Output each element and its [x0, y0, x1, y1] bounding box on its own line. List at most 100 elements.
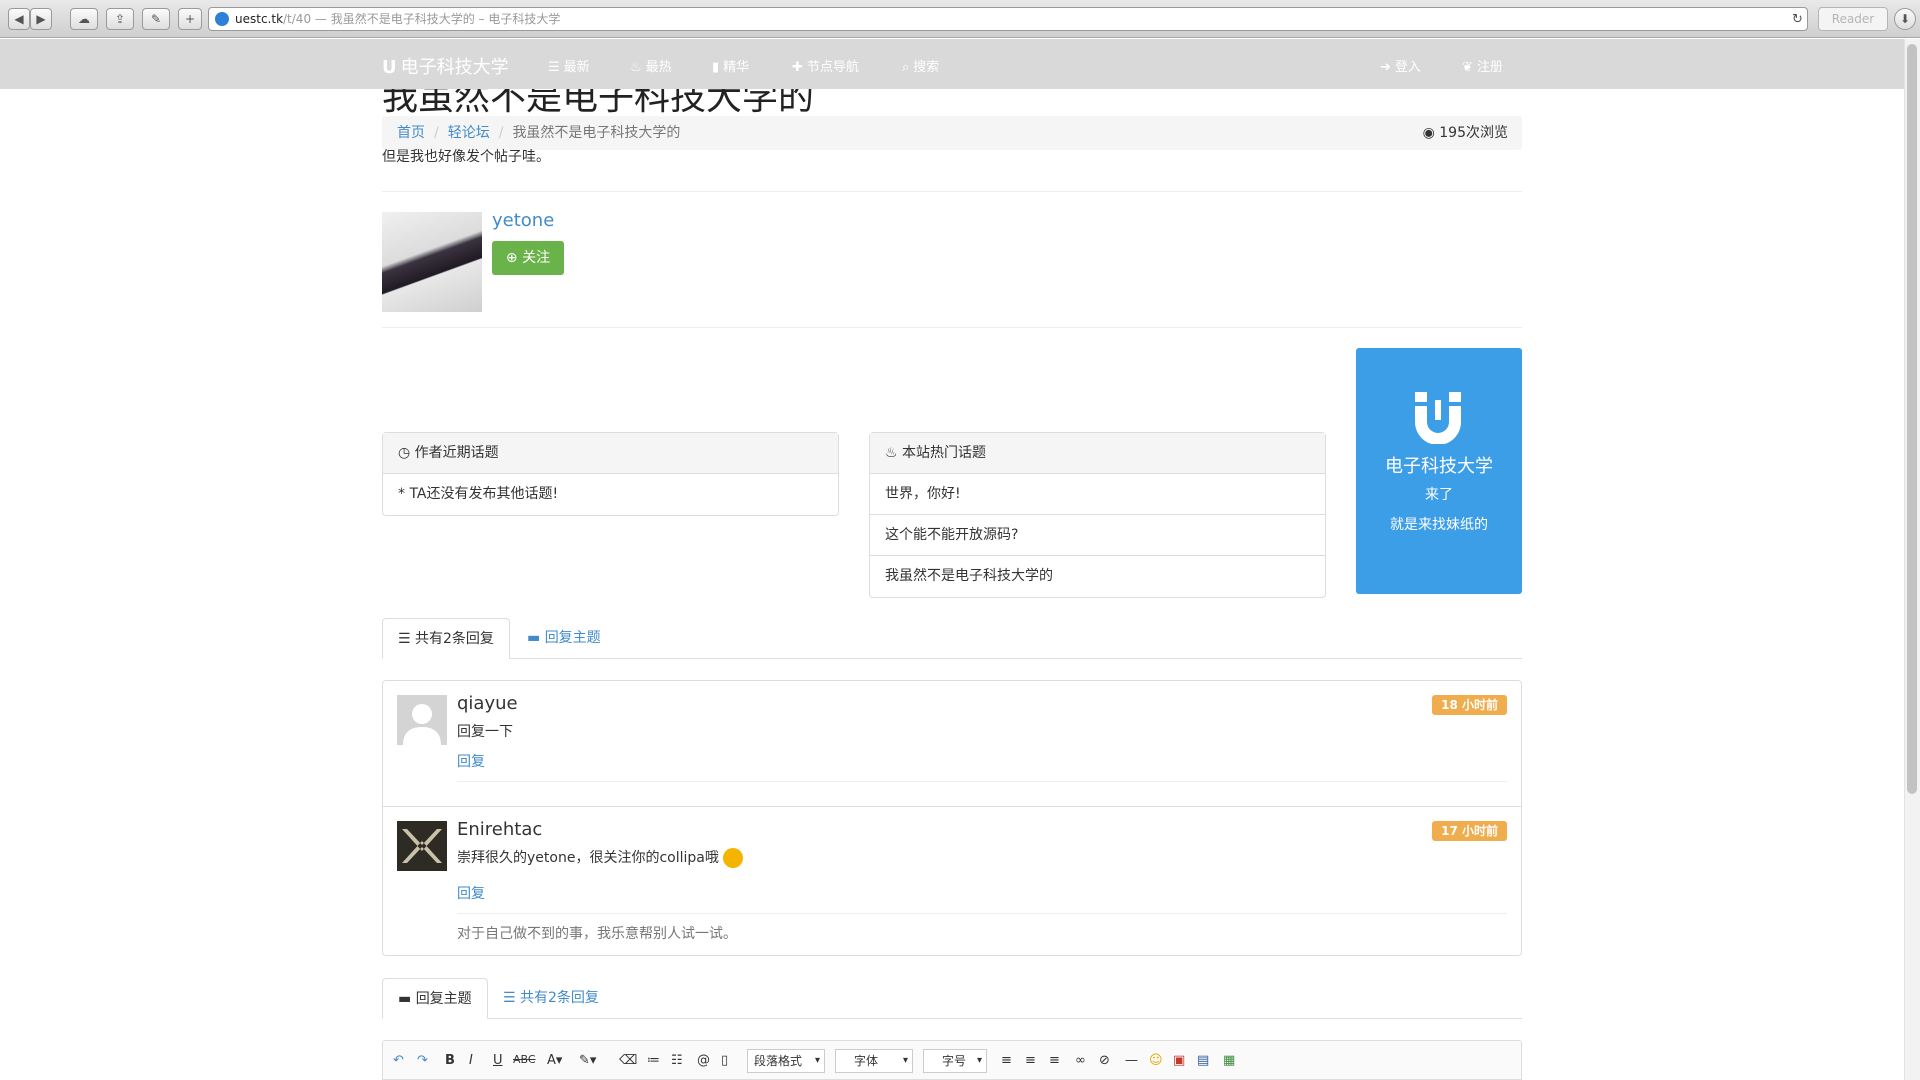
reload-icon[interactable]: ↻	[1792, 12, 1803, 27]
cloud-icon[interactable]: ☁	[70, 8, 98, 30]
hot-topics-header: ♨ 本站热门话题	[870, 433, 1325, 474]
magnet-logo-icon: U	[382, 57, 397, 78]
size-select[interactable]: 字号	[923, 1049, 987, 1073]
recent-topic-item: * TA还没有发布其他话题!	[398, 486, 559, 502]
undo-icon[interactable]: ↶	[393, 1053, 404, 1068]
author-avatar[interactable]	[382, 212, 482, 312]
underline-icon[interactable]: U	[493, 1053, 503, 1068]
tab-reply-count[interactable]: ☰ 共有2条回复	[488, 978, 614, 1019]
clock-icon: ◷	[398, 445, 411, 461]
reply-button[interactable]: 回复	[457, 883, 485, 903]
wrench-icon[interactable]: ✎	[142, 8, 170, 30]
emblem-avatar-icon	[402, 829, 442, 863]
align-left-icon[interactable]: ≡	[1001, 1053, 1012, 1068]
nav-search-label: 搜索	[913, 60, 940, 75]
tab-reply-count-label: 共有2条回复	[415, 631, 494, 647]
horizontal-rule-icon[interactable]: —	[1125, 1053, 1138, 1068]
divider	[382, 327, 1522, 328]
scrollbar-thumb[interactable]	[1907, 44, 1917, 794]
reply-username[interactable]: qiayue	[457, 693, 518, 714]
share-icon[interactable]: ⇪	[106, 8, 134, 30]
recent-topics-panel: ◷ 作者近期话题 * TA还没有发布其他话题!	[382, 432, 839, 516]
back-button[interactable]: ◀	[8, 8, 30, 30]
globe-icon	[215, 12, 229, 26]
align-center-icon[interactable]: ≡	[1025, 1053, 1036, 1068]
bold-icon[interactable]: B	[445, 1053, 455, 1068]
highlight-icon[interactable]: ✎▾	[579, 1053, 596, 1068]
follow-button[interactable]: ⊕ 关注	[492, 241, 564, 275]
nav-latest-label: 最新	[563, 60, 590, 75]
unlink-icon[interactable]: ⊘	[1099, 1053, 1110, 1068]
nav-featured[interactable]: ▮ 精华	[712, 56, 749, 75]
plus-circle-icon: ⊕	[505, 250, 518, 266]
tab-reply-topic-label: 回复主题	[544, 630, 601, 646]
nav-latest[interactable]: ☰ 最新	[548, 56, 590, 75]
nav-register[interactable]: ❦ 注册	[1462, 56, 1503, 75]
fire-icon: ♨	[630, 60, 642, 75]
download-icon[interactable]: ⬇	[1894, 8, 1916, 30]
topic-body: 但是我也好像发个帖子哇。	[382, 149, 550, 165]
bookmark-icon: ▮	[712, 60, 720, 75]
ordered-list-icon[interactable]: ≔	[647, 1053, 660, 1068]
breadcrumb-home[interactable]: 首页	[397, 125, 425, 141]
emoji-icon[interactable]: ☺	[1149, 1053, 1163, 1068]
font-color-icon[interactable]: A▾	[547, 1053, 562, 1068]
view-count: ◉ 195次浏览	[1423, 116, 1508, 150]
leaf-icon: ❦	[1462, 60, 1473, 75]
nav-nodes-label: 节点导航	[806, 60, 859, 75]
breadcrumb-separator: /	[498, 125, 504, 141]
format-select[interactable]: 段落格式	[747, 1049, 825, 1073]
unordered-list-icon[interactable]: ☷	[671, 1053, 683, 1068]
new-tab-button[interactable]: +	[178, 8, 202, 30]
image-icon[interactable]: ▣	[1173, 1053, 1185, 1068]
hot-topic-item[interactable]: 这个能不能开放源码?	[870, 515, 1325, 556]
address-bar[interactable]: uestc.tk/t/40 — 我虽然不是电子科技大学的 – 电子科技大学	[208, 7, 1808, 31]
nav-login-label: 登入	[1394, 60, 1421, 75]
reply-tabs: ☰ 共有2条回复 ▬ 回复主题	[382, 618, 1522, 659]
url-domain: uestc.tk	[235, 12, 284, 26]
hot-topic-item[interactable]: 我虽然不是电子科技大学的	[870, 556, 1325, 597]
reply-button[interactable]: 回复	[457, 751, 485, 771]
insert-image-icon[interactable]: ▦	[1223, 1053, 1235, 1068]
align-right-icon[interactable]: ≡	[1049, 1053, 1060, 1068]
breadcrumb-node[interactable]: 轻论坛	[448, 125, 490, 141]
brand-label: 电子科技大学	[400, 57, 509, 78]
reply-username[interactable]: Enirehtac	[457, 819, 542, 840]
nav-login[interactable]: ➜ 登入	[1380, 56, 1421, 75]
author-name[interactable]: yetone	[492, 210, 554, 231]
video-icon[interactable]: ▤	[1197, 1053, 1209, 1068]
font-select[interactable]: 字体	[835, 1049, 913, 1073]
strikethrough-icon[interactable]: ABC	[513, 1053, 536, 1066]
hot-topics-panel: ♨ 本站热门话题 世界，你好! 这个能不能开放源码? 我虽然不是电子科技大学的	[869, 432, 1326, 598]
forward-button[interactable]: ▶	[30, 8, 52, 30]
tab-reply-count[interactable]: ☰ 共有2条回复	[382, 618, 510, 659]
italic-icon[interactable]: I	[469, 1053, 473, 1068]
avatar[interactable]	[397, 821, 447, 871]
link-icon[interactable]: ∞	[1075, 1053, 1086, 1068]
fire-icon: ♨	[885, 445, 898, 461]
mention-icon[interactable]: @	[697, 1053, 710, 1068]
nav-hot[interactable]: ♨ 最热	[630, 56, 672, 75]
hot-topic-item[interactable]: 世界，你好!	[870, 474, 1325, 515]
promo-title: 电子科技大学	[1385, 456, 1493, 477]
redo-icon[interactable]: ↷	[417, 1053, 428, 1068]
view-count-label: 195次浏览	[1439, 125, 1508, 141]
tab-reply-topic[interactable]: ▬ 回复主题	[382, 978, 488, 1019]
kiss-emoji-icon	[723, 848, 744, 868]
avatar[interactable]	[397, 695, 447, 745]
promo-banner[interactable]: 电子科技大学 来了 就是来找妹纸的	[1356, 348, 1522, 594]
editor-toolbar: ↶ ↷ B I U ABC A▾ ✎▾ ⌫ ≔ ☷ @ ▯ 段落格式 字体 字号…	[382, 1040, 1522, 1080]
nav-featured-label: 精华	[723, 60, 750, 75]
brand-link[interactable]: U 电子科技大学	[382, 53, 509, 79]
divider	[382, 191, 1522, 192]
nav-nodes[interactable]: ✚ 节点导航	[792, 56, 859, 75]
promo-line1: 来了	[1425, 487, 1453, 503]
page-icon[interactable]: ▯	[721, 1053, 728, 1068]
search-icon: ⌕	[902, 60, 910, 75]
reader-button[interactable]: Reader	[1818, 7, 1888, 31]
eraser-icon[interactable]: ⌫	[619, 1053, 637, 1068]
nav-search[interactable]: ⌕ 搜索	[902, 56, 939, 75]
promo-line2: 就是来找妹纸的	[1390, 517, 1488, 533]
tab-reply-topic[interactable]: ▬ 回复主题	[512, 618, 616, 659]
follow-label: 关注	[522, 250, 551, 266]
